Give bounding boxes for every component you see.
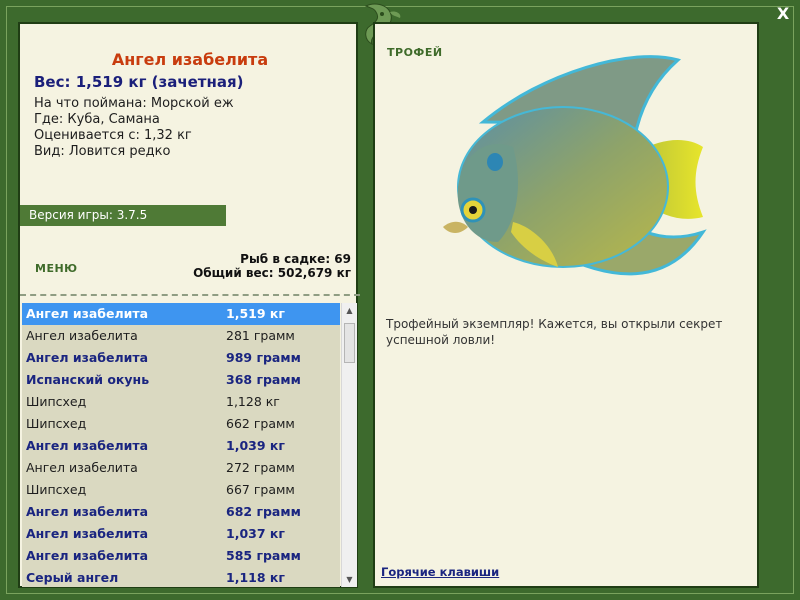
fish-count: Рыб в садке: 69 <box>240 252 351 266</box>
fish-name: Ангел изабелита <box>26 438 149 453</box>
fish-name: Шипсхед <box>26 482 87 497</box>
fish-weight-value: 1,039 кг <box>226 438 285 453</box>
scroll-down-icon[interactable]: ▼ <box>342 572 357 587</box>
fish-weight-value: 682 грамм <box>226 504 301 519</box>
list-item[interactable]: Ангел изабелита 585 грамм <box>22 545 340 567</box>
location-info: Где: Куба, Самана <box>34 112 160 127</box>
game-version: Версия игры: 3.7.5 <box>20 205 226 226</box>
trophy-panel: ТРОФЕЙ Трофейный экземпляр! Кажется, вы … <box>373 22 759 588</box>
menu-button[interactable]: МЕНЮ <box>35 262 78 275</box>
angelfish-image <box>443 55 707 276</box>
fish-name: Серый ангел <box>26 570 119 585</box>
fish-name: Шипсхед <box>26 416 87 431</box>
list-item[interactable]: Ангел изабелита 682 грамм <box>22 501 340 523</box>
list-item[interactable]: Шипсхед 667 грамм <box>22 479 340 501</box>
bait-info: На что поймана: Морской еж <box>34 96 234 111</box>
fish-name: Ангел изабелита <box>26 460 138 475</box>
cage-stats: Рыб в садке: 69 Общий вес: 502,679 кг <box>193 252 351 280</box>
list-item[interactable]: Ангел изабелита 1,039 кг <box>22 435 340 457</box>
fish-weight-value: 989 грамм <box>226 350 301 365</box>
divider <box>20 294 360 296</box>
list-item[interactable]: Ангел изабелита 1,037 кг <box>22 523 340 545</box>
list-item[interactable]: Ангел изабелита 272 грамм <box>22 457 340 479</box>
list-item[interactable]: Ангел изабелита 989 грамм <box>22 347 340 369</box>
catch-list[interactable]: Ангел изабелита 1,519 кг Ангел изабелита 28… <box>22 303 340 587</box>
fish-weight-value: 667 грамм <box>226 482 295 497</box>
fish-weight-value: 272 грамм <box>226 460 295 475</box>
fish-name: Ангел изабелита <box>26 526 149 541</box>
catch-info-panel: Ангел изабелита Вес: 1,519 кг (зачетная)… <box>18 22 360 588</box>
fish-name: Ангел изабелита <box>26 504 149 519</box>
species-info: Вид: Ловится редко <box>34 144 171 159</box>
list-item[interactable]: Испанский окунь 368 грамм <box>22 369 340 391</box>
list-item[interactable]: Серый ангел 1,118 кг <box>22 567 340 587</box>
list-item[interactable]: Шипсхед 1,128 кг <box>22 391 340 413</box>
fish-weight-value: 585 грамм <box>226 548 301 563</box>
fish-name: Ангел изабелита <box>26 548 149 563</box>
scroll-up-icon[interactable]: ▲ <box>342 303 357 318</box>
fish-name-title: Ангел изабелита <box>111 50 269 69</box>
fish-weight-value: 1,519 кг <box>226 306 285 321</box>
fish-name: Ангел изабелита <box>26 328 138 343</box>
fish-name: Испанский окунь <box>26 372 150 387</box>
total-weight: Общий вес: 502,679 кг <box>193 266 351 280</box>
list-item[interactable]: Ангел изабелита 1,519 кг <box>22 303 340 325</box>
list-item[interactable]: Шипсхед 662 грамм <box>22 413 340 435</box>
scroll-thumb[interactable] <box>344 323 355 363</box>
fish-weight-value: 662 грамм <box>226 416 295 431</box>
fish-name: Ангел изабелита <box>26 306 149 321</box>
hotkeys-link[interactable]: Горячие клавиши <box>381 565 499 579</box>
list-scrollbar[interactable]: ▲ ▼ <box>341 303 357 587</box>
fish-name: Ангел изабелита <box>26 350 149 365</box>
fish-name: Шипсхед <box>26 394 87 409</box>
fish-weight-value: 1,037 кг <box>226 526 285 541</box>
rating-info: Оценивается с: 1,32 кг <box>34 128 192 143</box>
list-item[interactable]: Ангел изабелита 281 грамм <box>22 325 340 347</box>
close-button[interactable]: X <box>773 4 793 24</box>
fish-weight: Вес: 1,519 кг (зачетная) <box>34 73 244 91</box>
fish-weight-value: 281 грамм <box>226 328 295 343</box>
fish-weight-value: 1,118 кг <box>226 570 285 585</box>
fish-weight-value: 368 грамм <box>226 372 301 387</box>
trophy-message: Трофейный экземпляр! Кажется, вы открыли… <box>386 317 723 347</box>
fish-weight-value: 1,128 кг <box>226 394 280 409</box>
